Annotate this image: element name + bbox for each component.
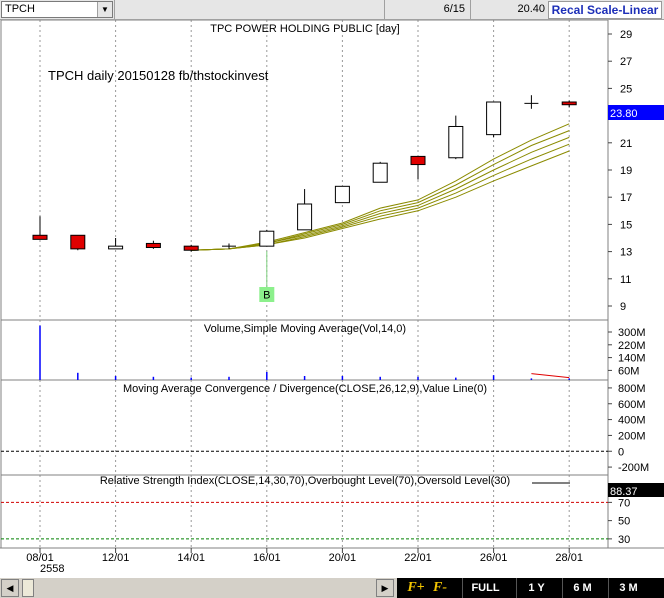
macd-tick-label: 600M — [618, 399, 646, 411]
macd-panel-title: Moving Average Convergence / Divergence(… — [123, 383, 487, 395]
range-1y-button[interactable]: 1 Y — [516, 578, 556, 598]
x-tick-label: 28/01 — [555, 552, 583, 564]
zoom-out-button[interactable]: F- — [429, 578, 451, 598]
volume-panel-title: Volume,Simple Moving Average(Vol,14,0) — [204, 323, 406, 335]
bottom-toolbar: ◀ ▶ F+ F- FULL 1 Y 6 M 3 M — [0, 578, 664, 598]
price-tick-label: 25 — [620, 83, 632, 95]
candle-body — [372, 162, 388, 183]
candle-body — [32, 234, 48, 240]
rsi-panel-title: Relative Strength Index(CLOSE,14,30,70),… — [100, 475, 510, 487]
candle-body — [448, 125, 464, 159]
candle-body — [145, 242, 161, 249]
range-6m-button[interactable]: 6 M — [562, 578, 602, 598]
candle-body — [108, 245, 124, 250]
x-tick-label: 26/01 — [480, 552, 508, 564]
macd-tick-label: 400M — [618, 415, 646, 427]
candle-body — [297, 203, 313, 231]
candle-body — [70, 234, 86, 250]
candle-body — [486, 101, 502, 136]
macd-tick-label: 0 — [618, 446, 624, 458]
toolbar-spacer — [114, 0, 384, 19]
rsi-tick-label: 30 — [618, 534, 630, 546]
chevron-down-icon[interactable]: ▼ — [97, 2, 112, 17]
x-axis-year: 2558 — [40, 563, 64, 575]
macd-tick-label: 200M — [618, 430, 646, 442]
x-tick-label: 14/01 — [177, 552, 205, 564]
cursor-date: 6/15 — [384, 0, 470, 19]
x-tick-label: 12/01 — [102, 552, 130, 564]
price-tick-label: 29 — [620, 29, 632, 41]
candle-body — [183, 245, 199, 251]
price-tick-label: 11 — [620, 274, 631, 286]
volume-tick-label: 60M — [618, 365, 639, 377]
horizontal-scrollbar[interactable]: ◀ ▶ — [0, 578, 397, 598]
volume-tick-label: 300M — [618, 327, 646, 339]
scrollbar-thumb[interactable] — [22, 579, 34, 597]
price-tick-label: 9 — [620, 301, 626, 313]
top-toolbar: TPCH ▼ 6/15 20.40 Recal Scale-Linear — [0, 0, 664, 20]
rsi-last-value: 88.37 — [610, 486, 638, 498]
range-3m-button[interactable]: 3 M — [608, 578, 648, 598]
scale-mode-button[interactable]: Recal Scale-Linear — [548, 1, 662, 19]
x-tick-label: 16/01 — [253, 552, 281, 564]
last-price-value: 23.80 — [610, 108, 638, 120]
candle-body — [561, 101, 577, 106]
symbol-value: TPCH — [5, 3, 35, 15]
price-tick-label: 15 — [620, 219, 632, 231]
candle-body — [410, 155, 426, 166]
scroll-right-icon[interactable]: ▶ — [376, 579, 394, 597]
symbol-select[interactable]: TPCH ▼ — [1, 1, 113, 18]
price-tick-label: 17 — [620, 192, 632, 204]
x-tick-label: 20/01 — [329, 552, 357, 564]
rsi-tick-label: 50 — [618, 516, 630, 528]
candle-body — [334, 185, 350, 204]
cursor-price: 20.40 — [470, 0, 548, 19]
price-tick-label: 13 — [620, 247, 632, 259]
macd-tick-label: 800M — [618, 383, 646, 395]
buy-signal-label: B — [263, 290, 270, 302]
macd-tick-label: -200M — [618, 462, 649, 474]
x-tick-label: 22/01 — [404, 552, 432, 564]
volume-tick-label: 140M — [618, 353, 646, 365]
scroll-left-icon[interactable]: ◀ — [1, 579, 19, 597]
zoom-in-button[interactable]: F+ — [405, 578, 427, 598]
candle-body — [259, 230, 275, 247]
chart-annotation: TPCH daily 20150128 fb/thstockinvest — [48, 68, 269, 83]
price-chart-title: TPC POWER HOLDING PUBLIC [day] — [210, 23, 399, 35]
price-tick-label: 21 — [620, 138, 632, 150]
price-tick-label: 27 — [620, 56, 632, 68]
price-tick-label: 19 — [620, 165, 632, 177]
volume-tick-label: 220M — [618, 340, 646, 352]
stock-chart[interactable]: 911131517192123252729300M220M140M60M800M… — [0, 20, 664, 578]
rsi-tick-label: 70 — [618, 497, 630, 509]
range-full-button[interactable]: FULL — [462, 578, 508, 598]
